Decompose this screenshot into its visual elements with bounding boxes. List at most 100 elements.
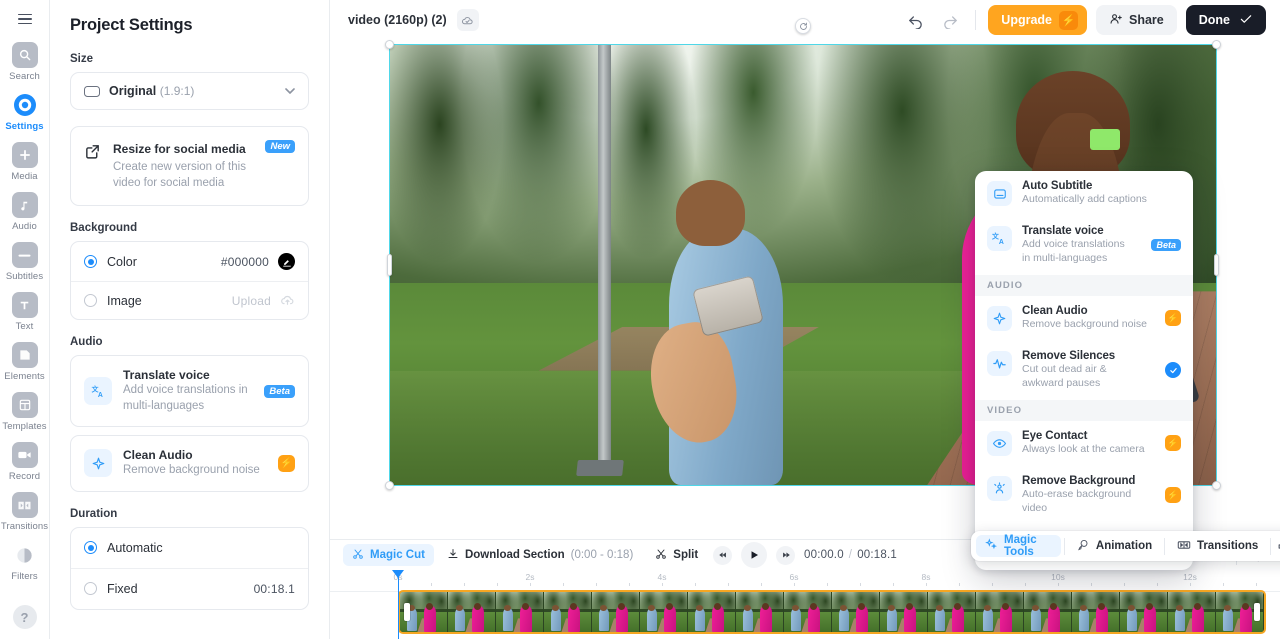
- tool-subtitle: Remove background noise: [123, 464, 260, 477]
- sidebar-item-settings[interactable]: Settings: [0, 86, 50, 136]
- duration-fixed-value: 00:18.1: [253, 581, 295, 596]
- background-color-row[interactable]: Color #000000: [71, 242, 308, 281]
- toolbar-divider: [975, 10, 977, 30]
- sidebar-item-audio[interactable]: Audio: [0, 186, 50, 236]
- magic-tool-text: Auto Subtitle Automatically add captions: [1022, 180, 1181, 207]
- radio-automatic[interactable]: [84, 541, 97, 555]
- transitions-button[interactable]: Transitions: [1168, 535, 1267, 557]
- resize-handle-right[interactable]: [1214, 254, 1219, 276]
- magic-tool-remove-background[interactable]: Remove Background Auto-erase background …: [975, 466, 1193, 525]
- tool-title: Translate voice: [123, 368, 210, 383]
- volume-icon[interactable]: [1274, 535, 1280, 557]
- skip-back-button[interactable]: [713, 545, 733, 565]
- sidebar-item-search[interactable]: Search: [0, 36, 50, 86]
- sidebar-item-templates[interactable]: Templates: [0, 386, 50, 436]
- upgrade-button[interactable]: Upgrade ⚡: [988, 5, 1087, 35]
- play-button[interactable]: [741, 542, 768, 568]
- sidebar-item-elements[interactable]: Elements: [0, 336, 50, 386]
- sidebar-item-label: Transitions: [0, 521, 49, 532]
- magic-tools-group-audio: AUDIO: [975, 274, 1193, 296]
- redo-arrow-icon[interactable]: [937, 7, 963, 33]
- ruler-label: 6s: [789, 572, 799, 582]
- size-heading: Size: [70, 53, 94, 65]
- translate-voice-button[interactable]: 文A Translate voice Add voice translation…: [71, 356, 308, 426]
- translate-icon: 文A: [987, 225, 1012, 251]
- resize-handle-top-left[interactable]: [385, 40, 394, 49]
- svg-text:A: A: [999, 239, 1004, 246]
- check-badge-icon: [1165, 362, 1181, 379]
- sidebar-item-label: Settings: [5, 121, 44, 132]
- radio-color[interactable]: [84, 255, 97, 269]
- audio-heading: Audio: [70, 336, 103, 349]
- split-scissors-icon: [655, 548, 667, 563]
- magic-cut-button[interactable]: Magic Cut: [343, 544, 434, 566]
- search-icon: [11, 42, 38, 68]
- magic-tool-eye-contact[interactable]: Eye Contact Always look at the camera ⚡: [975, 421, 1193, 466]
- radio-fixed[interactable]: [84, 582, 97, 596]
- skip-forward-button[interactable]: [776, 545, 796, 565]
- magic-tools-button[interactable]: Magic Tools: [976, 534, 1062, 558]
- clean-audio-button[interactable]: Clean Audio Remove background noise ⚡: [71, 436, 308, 491]
- upgrade-label: Upgrade: [1001, 13, 1052, 27]
- size-select[interactable]: Original (1.9:1): [71, 73, 308, 109]
- duration-fixed-label: Fixed: [107, 581, 138, 596]
- sidebar-item-record[interactable]: Record: [0, 436, 50, 486]
- magic-cut-label: Magic Cut: [370, 549, 425, 561]
- help-button[interactable]: ?: [12, 605, 37, 629]
- translate-icon: 文A: [84, 377, 112, 406]
- magic-tool-subtitle: Remove background noise: [1022, 317, 1147, 330]
- resize-handle-top-right[interactable]: [1212, 40, 1221, 49]
- magic-tool-text: Clean Audio Remove background noise: [1022, 305, 1149, 332]
- magic-tool-auto-subtitle[interactable]: Auto Subtitle Automatically add captions: [975, 171, 1193, 216]
- clean-audio-card[interactable]: Clean Audio Remove background noise ⚡: [70, 435, 309, 492]
- resize-text: Resize for social media Create new versi…: [113, 140, 254, 191]
- share-button[interactable]: Share: [1096, 5, 1177, 35]
- sidebar-item-subtitles[interactable]: Subtitles: [0, 236, 50, 286]
- sidebar-item-media[interactable]: Media: [0, 136, 50, 186]
- timeline-ruler[interactable]: 0s 2s 4s 6s 8s 10s 12s 14s 16s 18s: [330, 570, 1280, 639]
- background-color-value: #000000: [220, 254, 269, 269]
- animation-button[interactable]: Animation: [1068, 535, 1161, 557]
- color-swatch-button[interactable]: [278, 253, 295, 271]
- clip-trim-handle-right[interactable]: [1254, 603, 1260, 621]
- magic-tool-subtitle: Automatically add captions: [1022, 193, 1147, 205]
- templates-layout-icon: [11, 392, 38, 418]
- duration-fixed-row[interactable]: Fixed 00:18.1: [71, 567, 308, 609]
- project-name[interactable]: video (2160p) (2): [348, 13, 447, 27]
- resize-handle-left[interactable]: [387, 254, 392, 276]
- top-bar-actions: Upgrade ⚡ Share Done: [902, 5, 1266, 35]
- done-button[interactable]: Done: [1185, 5, 1266, 35]
- background-image-row[interactable]: Image Upload: [71, 281, 308, 319]
- sidebar-item-transitions[interactable]: Transitions: [0, 486, 50, 536]
- resize-for-social-media-button[interactable]: Resize for social media Create new versi…: [71, 127, 308, 205]
- tool-title: Clean Audio: [123, 448, 193, 463]
- upload-cloud-icon[interactable]: [280, 293, 295, 308]
- duration-automatic-row[interactable]: Automatic: [71, 528, 308, 568]
- text-t-icon: [11, 292, 38, 318]
- hamburger-icon[interactable]: [12, 8, 38, 30]
- tool-subtitle: Add voice translations in multi-language…: [123, 384, 248, 412]
- clip-trim-handle-left[interactable]: [404, 603, 410, 621]
- magic-tool-translate-voice[interactable]: 文A Translate voice Add voice translation…: [975, 216, 1193, 275]
- video-clip[interactable]: [398, 590, 1266, 634]
- magic-tool-badge: ⚡: [1165, 310, 1181, 327]
- new-badge: New: [265, 140, 295, 153]
- resize-handle-bottom-right[interactable]: [1212, 481, 1221, 490]
- magic-tool-title: Translate voice: [1022, 224, 1104, 237]
- sidebar-item-filters[interactable]: Filters: [0, 536, 50, 586]
- magic-tool-remove-silences[interactable]: Remove Silences Cut out dead air & awkwa…: [975, 341, 1193, 400]
- split-label: Split: [673, 549, 699, 561]
- translate-voice-card[interactable]: 文A Translate voice Add voice translation…: [70, 355, 309, 428]
- magic-tool-clean-audio[interactable]: Clean Audio Remove background noise ⚡: [975, 296, 1193, 341]
- resize-handle-bottom-left[interactable]: [385, 481, 394, 490]
- rotate-handle[interactable]: [795, 18, 811, 34]
- cloud-saved-icon[interactable]: [456, 9, 479, 31]
- split-button[interactable]: Split: [646, 544, 707, 566]
- resize-card[interactable]: Resize for social media Create new versi…: [70, 126, 309, 207]
- svg-text:文: 文: [992, 231, 999, 240]
- download-section-button[interactable]: Download Section (0:00 - 0:18): [438, 544, 642, 566]
- undo-arrow-icon[interactable]: [902, 7, 928, 33]
- sidebar-item-text[interactable]: Text: [0, 286, 50, 336]
- resize-title: Resize for social media: [113, 142, 246, 156]
- radio-image[interactable]: [84, 294, 97, 308]
